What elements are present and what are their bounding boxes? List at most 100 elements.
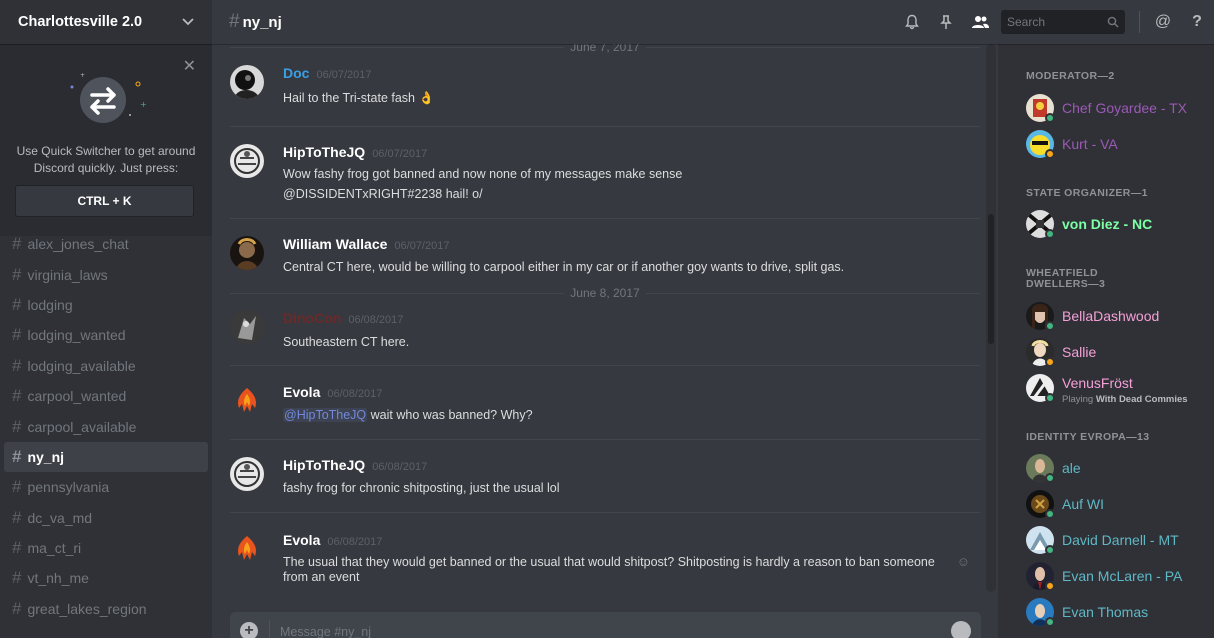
notification-bell-icon[interactable] [895,0,929,44]
member-name: VenusFröst [1062,375,1133,391]
username[interactable]: HipToTheJQ [283,457,365,473]
member-item[interactable]: Auf WI [1026,490,1212,526]
activity-game: With Dead Commies [1095,394,1188,405]
channel-item[interactable]: # vt_nh_me [4,563,208,593]
message-text: Hail to the Tri-state fash 👌 [283,91,435,105]
member-item[interactable]: Chef Goyardee - TX [1026,94,1212,130]
username[interactable]: HipToTheJQ [283,144,365,160]
member-name: BellaDashwood [1062,308,1160,324]
avatar[interactable] [230,236,264,270]
member-item[interactable]: VenusFröst Playing With Dead Commies [1026,374,1212,410]
message-text: fashy frog for chronic shitposting, just… [283,481,560,495]
message-header: William Wallace 06/07/2017 [283,236,449,252]
channel-item[interactable]: # virginia_laws [4,259,208,289]
mentions-icon[interactable]: @ [1146,0,1180,44]
member-name: Chef Goyardee - TX [1062,100,1188,116]
channel-label: vt_nh_me [27,570,89,587]
channel-item[interactable]: # lodging_wanted [4,320,208,350]
message-text: Southeastern CT here. [283,335,410,349]
status-indicator [1045,617,1055,627]
header-divider [1139,11,1140,33]
timestamp: 06/08/2017 [327,388,383,400]
member-item[interactable]: David Darnell - MT [1026,526,1212,562]
avatar[interactable] [230,144,264,178]
message-text: from an event [283,570,360,584]
channel-label: alex_jones_chat [27,236,129,253]
message-input[interactable] [280,622,880,638]
members-icon[interactable] [963,0,997,44]
timestamp: 06/07/2017 [372,148,428,160]
message-separator [230,218,980,219]
member-activity: Playing With Dead Commies [1062,394,1188,405]
member-item[interactable]: Evan McLaren - PA [1026,562,1212,598]
avatar[interactable] [230,384,264,418]
composer-divider [269,620,270,638]
message-header: Doc 06/07/2017 [283,65,372,81]
channel-item[interactable]: # pennsylvania [4,472,208,502]
channel-item[interactable]: # alex_jones_chat [4,229,208,259]
channel-item[interactable]: # carpool_available [4,411,208,441]
username[interactable]: William Wallace [283,236,387,252]
close-icon[interactable]: ✕ [183,56,196,76]
channel-label: lodging [27,296,73,313]
pin-icon[interactable] [929,0,963,44]
hash-icon: # [12,264,22,284]
message-header: Evola 06/08/2017 [283,532,382,548]
hash-icon: # [12,325,22,345]
emoji-picker-icon[interactable] [951,621,971,638]
member-item[interactable]: von Diez - NC [1026,210,1212,246]
timestamp: 06/08/2017 [327,536,383,548]
scrollbar-thumb[interactable] [988,214,994,344]
server-header[interactable]: Charlottesville 2.0 [0,0,212,44]
channel-item[interactable]: # ma_ct_ri [4,533,208,563]
channel-item-active[interactable]: # ny_nj [4,441,208,473]
member-item[interactable]: Sallie [1026,338,1212,374]
username[interactable]: Doc [283,65,309,81]
message-scrollbar[interactable] [986,44,996,592]
server-name: Charlottesville 2.0 [18,14,143,30]
status-indicator [1045,321,1055,331]
help-icon[interactable]: ? [1180,0,1214,44]
quick-switcher-icon: + + [70,72,146,123]
message-header: Evola 06/08/2017 [283,384,382,400]
header-toolbar: Search @ ? [895,0,1214,44]
channel-item[interactable]: # dc_va_md [4,503,208,533]
message-header: DinoCon 06/08/2017 [283,310,403,326]
username[interactable]: Evola [283,384,320,400]
user-mention[interactable]: @HipToTheJQ [283,408,368,422]
member-name: Kurt - VA [1062,136,1118,152]
member-name: David Darnell - MT [1062,532,1179,548]
member-item[interactable]: ale [1026,454,1212,490]
channel-item[interactable]: # carpool_wanted [4,381,208,411]
date-divider-label: June 7, 2017 [570,44,640,54]
channel-item[interactable]: # lodging_available [4,351,208,381]
message-separator [230,512,980,513]
avatar[interactable] [230,532,264,566]
channel-item[interactable]: # great_lakes_region [4,594,208,624]
username[interactable]: DinoCon [283,310,341,326]
message-body: wait who was banned? Why? [370,408,533,422]
quick-switcher-text: Use Quick Switcher to get around Discord… [16,144,196,175]
channel-label: lodging_wanted [27,327,126,344]
member-item[interactable]: Evan Thomas [1026,598,1212,634]
search-box[interactable]: Search [1001,10,1125,34]
member-item[interactable]: BellaDashwood [1026,302,1212,338]
quick-switcher-shortcut[interactable]: CTRL + K [15,185,194,217]
status-indicator [1045,149,1055,159]
avatar[interactable] [230,310,264,344]
role-header: WHEATFIELD DWELLERS—3 [1026,267,1106,290]
member-item[interactable]: Kurt - VA [1026,130,1212,166]
avatar[interactable] [230,457,264,491]
upload-plus-icon[interactable]: + [240,622,258,638]
avatar[interactable] [230,65,264,99]
channel-item[interactable]: # lodging [4,290,208,320]
search-placeholder: Search [1007,15,1046,29]
chat-area: June 7, 2017 Doc 06/07/2017 Hail to the … [212,0,998,638]
member-name: Auf WI [1062,496,1105,512]
add-reaction-icon[interactable]: ☺ [957,554,970,569]
username[interactable]: Evola [283,532,320,548]
message-separator [230,365,980,366]
hash-icon: # [12,598,22,618]
channel-label: virginia_laws [27,266,108,283]
member-name: ale [1062,460,1081,476]
